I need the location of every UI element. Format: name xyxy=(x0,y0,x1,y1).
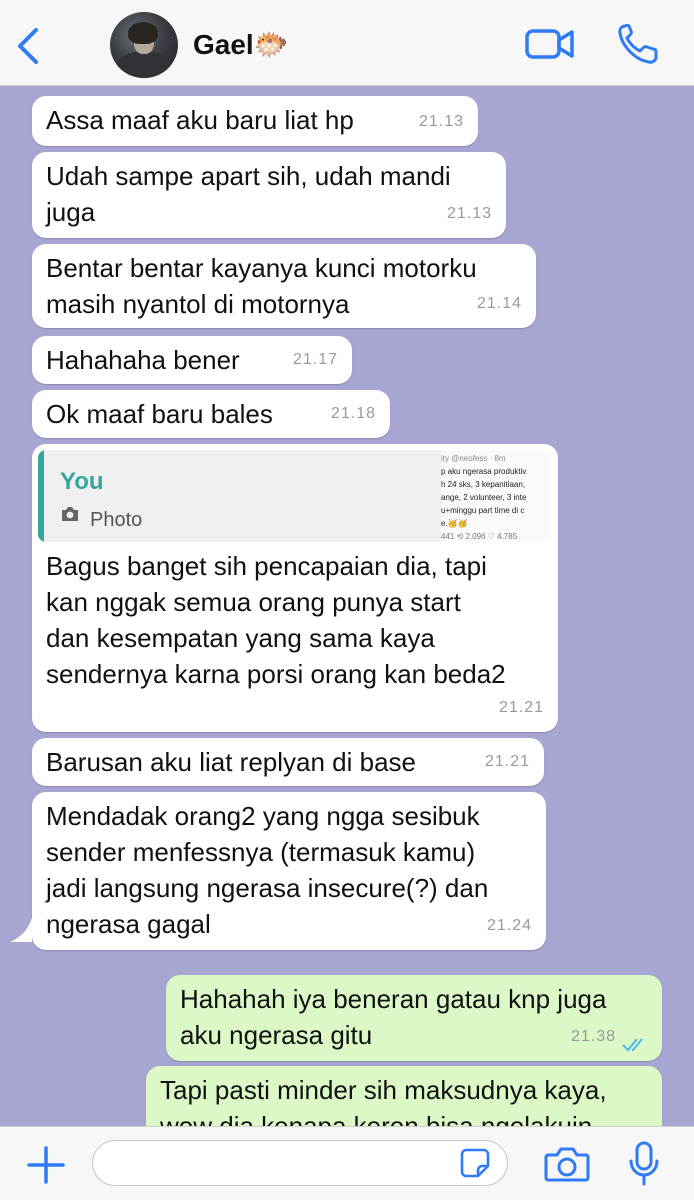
phone-icon[interactable] xyxy=(616,22,660,66)
thumbnail-text: e.🥳🥳 xyxy=(441,519,468,528)
message-time: 21.17 xyxy=(292,351,338,368)
thumbnail-text: ange, 2 volunteer, 3 inte xyxy=(441,493,527,502)
quoted-message[interactable]: You Photo ity @neofess · 8m p aku ngeras… xyxy=(38,450,551,542)
blowfish-emoji: 🐡 xyxy=(253,29,289,60)
message-time: 21.21 xyxy=(484,753,530,770)
thumbnail-text: p aku ngerasa produktiv xyxy=(441,467,527,476)
message-text: Assa maaf aku baru liat hp xyxy=(46,105,354,135)
message-text: Hahahaha bener xyxy=(46,345,240,375)
chat-header: Gael🐡 xyxy=(0,0,694,86)
camera-icon[interactable] xyxy=(544,1145,590,1183)
read-ticks-icon xyxy=(622,1038,643,1052)
photo-camera-icon xyxy=(62,507,78,521)
quote-type: Photo xyxy=(90,509,143,531)
incoming-message[interactable]: Barusan aku liat replyan di base 21.21 xyxy=(32,738,544,786)
message-time: 21.14 xyxy=(476,295,522,312)
message-time: 21.38 xyxy=(570,1028,616,1045)
message-time: 21.13 xyxy=(418,113,464,130)
thumbnail-text: 441 ⟲ 2.096 ♡ 4.785 xyxy=(441,532,518,541)
incoming-message[interactable]: Ok maaf baru bales 21.18 xyxy=(32,390,390,438)
message-text: Udah sampe apart sih, udah mandi juga xyxy=(46,161,451,227)
contact-name[interactable]: Gael🐡 xyxy=(193,28,289,61)
photo-thumbnail[interactable]: ity @neofess · 8m p aku ngerasa produkti… xyxy=(441,450,551,542)
plus-icon[interactable] xyxy=(26,1145,66,1185)
message-input[interactable] xyxy=(92,1140,508,1186)
message-text: Mendadak orang2 yang ngga sesibuk sender… xyxy=(46,801,489,939)
thumbnail-text: h 24 sks, 3 kepanitiaan, xyxy=(441,480,526,489)
incoming-message[interactable]: Assa maaf aku baru liat hp 21.13 xyxy=(32,96,478,146)
incoming-message[interactable]: Udah sampe apart sih, udah mandi juga 21… xyxy=(32,152,506,238)
quote-author: You xyxy=(60,468,104,495)
incoming-message[interactable]: Mendadak orang2 yang ngga sesibuk sender… xyxy=(32,792,546,950)
thumbnail-text: u+minggu part time di c xyxy=(441,506,525,515)
message-text: Tapi pasti minder sih maksudnya kaya, wo… xyxy=(160,1075,607,1126)
contact-name-text: Gael xyxy=(193,29,254,60)
thumbnail-text: ity @neofess · 8m xyxy=(441,454,506,463)
message-text: Barusan aku liat replyan di base xyxy=(46,747,417,777)
incoming-message[interactable]: Bentar bentar kayanya kunci motorku masi… xyxy=(32,244,536,328)
message-composer xyxy=(0,1126,694,1200)
message-text: Ok maaf baru bales xyxy=(46,399,273,429)
message-time: 21.13 xyxy=(446,205,492,222)
sticker-icon[interactable] xyxy=(460,1148,490,1178)
message-time: 21.18 xyxy=(330,405,376,422)
incoming-reply-message[interactable]: You Photo ity @neofess · 8m p aku ngeras… xyxy=(32,444,558,732)
video-camera-icon[interactable] xyxy=(524,26,576,62)
back-chevron-icon[interactable] xyxy=(14,24,44,68)
message-time: 21.21 xyxy=(498,699,544,716)
contact-avatar[interactable] xyxy=(110,12,178,78)
message-list[interactable]: Assa maaf aku baru liat hp 21.13 Udah sa… xyxy=(0,86,694,1126)
message-time: 21.24 xyxy=(486,917,532,934)
outgoing-message[interactable]: Tapi pasti minder sih maksudnya kaya, wo… xyxy=(146,1066,662,1126)
incoming-message[interactable]: Hahahaha bener 21.17 xyxy=(32,336,352,384)
message-text: Bagus banget sih pencapaian dia, tapi ka… xyxy=(46,551,506,689)
message-text: Hahahah iya beneran gatau knp juga aku n… xyxy=(180,984,607,1050)
quote-accent-bar xyxy=(38,450,44,542)
message-text: Bentar bentar kayanya kunci motorku masi… xyxy=(46,253,477,319)
outgoing-message[interactable]: Hahahah iya beneran gatau knp juga aku n… xyxy=(166,975,662,1061)
microphone-icon[interactable] xyxy=(628,1141,660,1187)
